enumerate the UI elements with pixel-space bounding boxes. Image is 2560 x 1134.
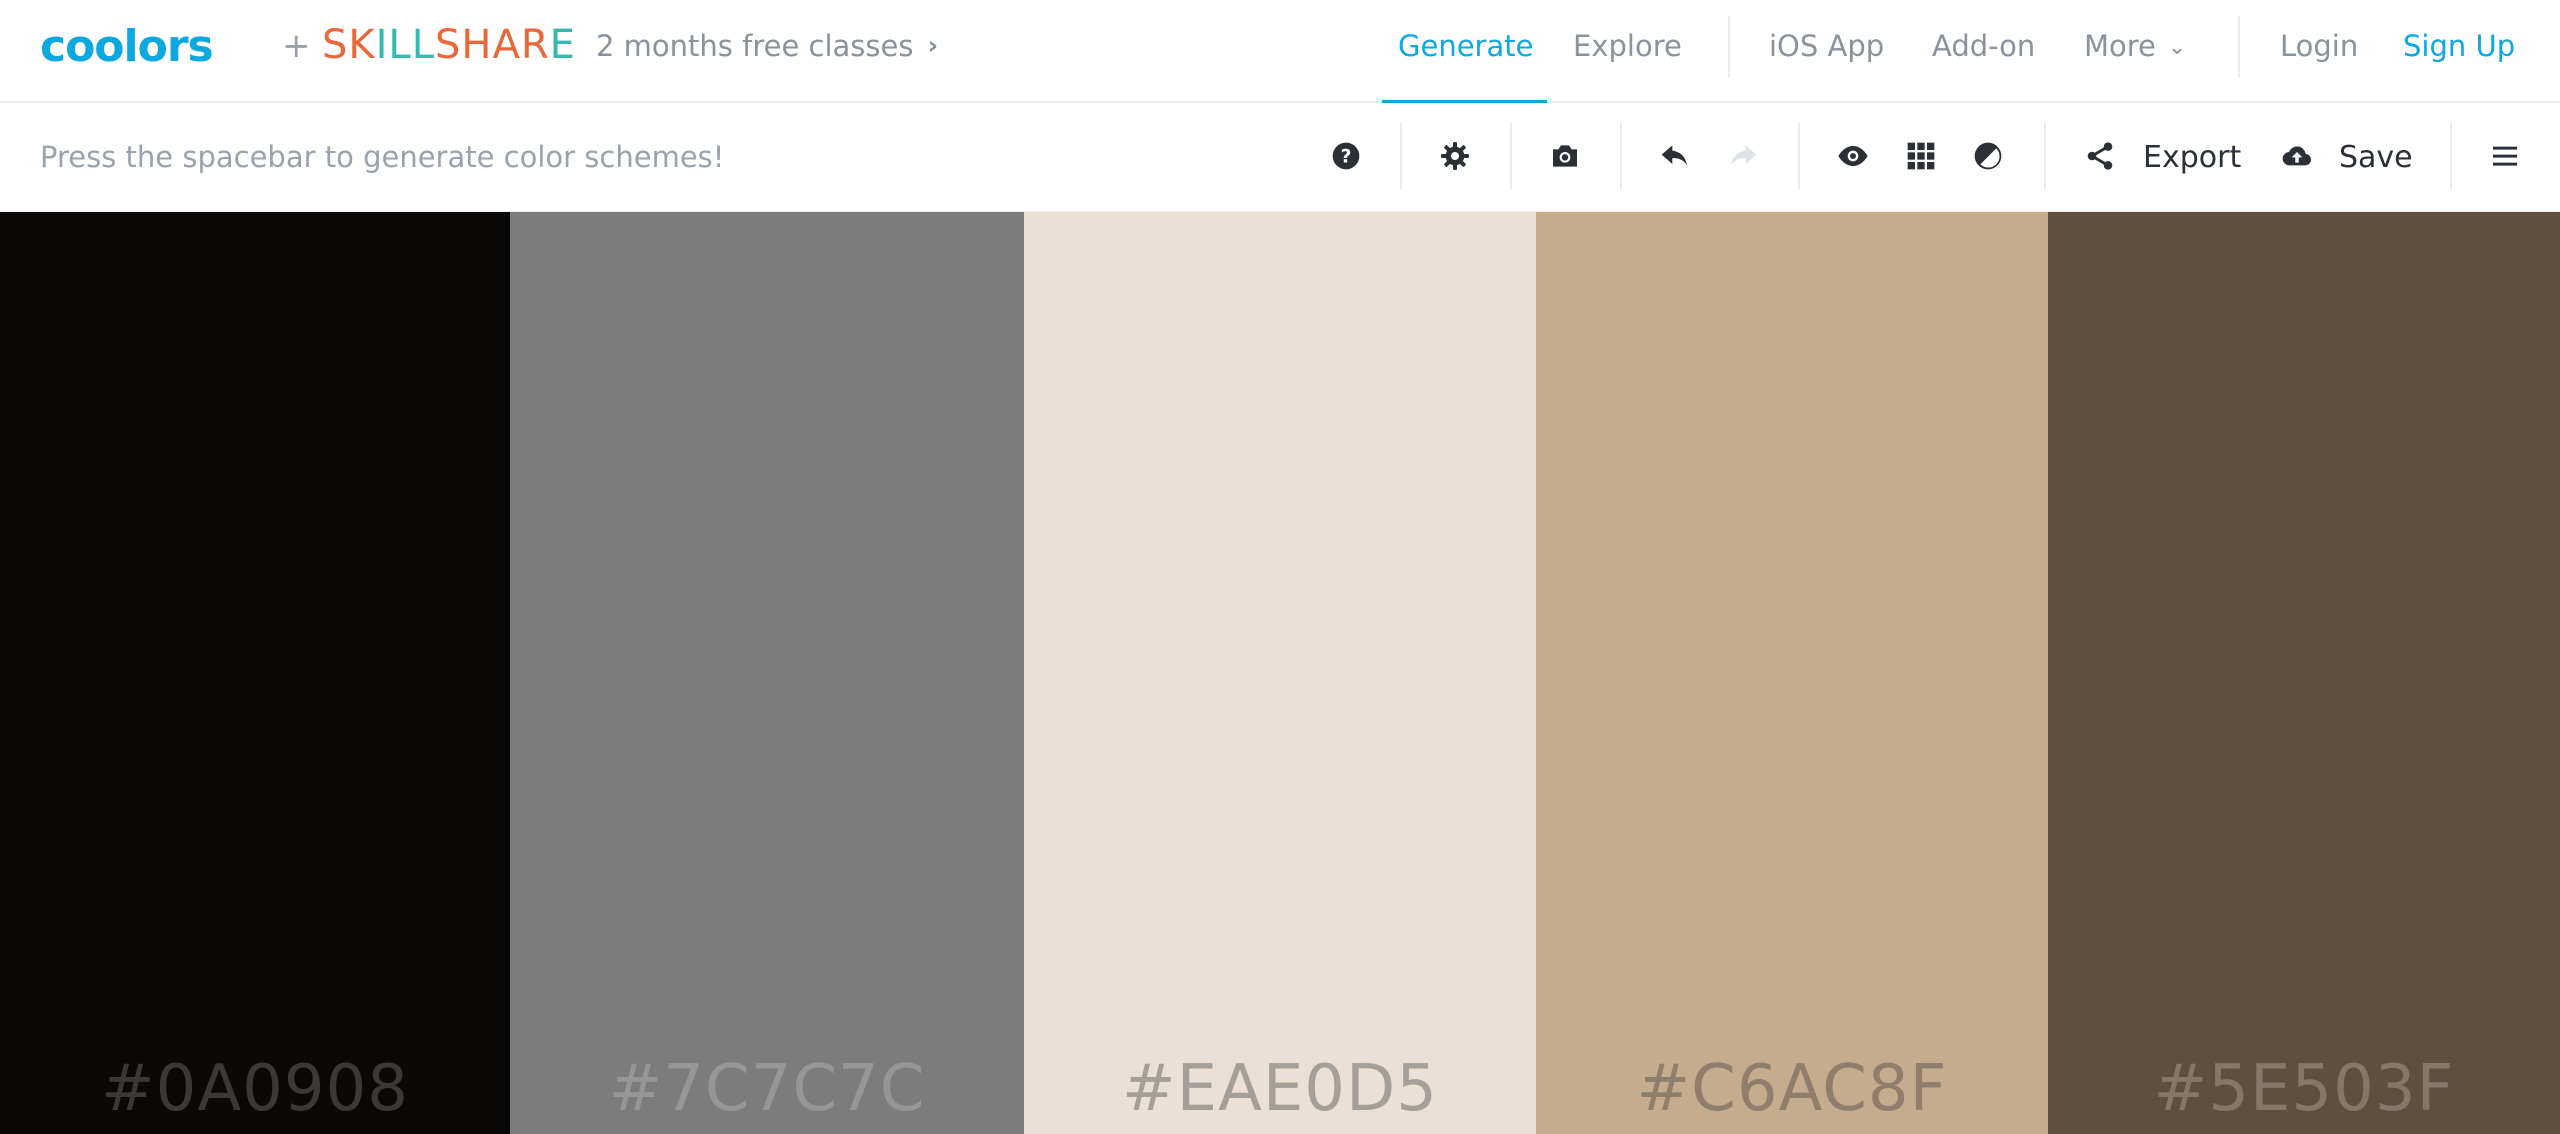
- plus-sign: +: [282, 26, 311, 66]
- color-palette: #0A0908 #7C7C7C #EAE0D5 #C6AC8F #5E503F: [0, 212, 2560, 1134]
- promo-text: 2 months free classes: [596, 29, 914, 63]
- toolbar-divider: [1798, 123, 1800, 189]
- hex-code[interactable]: #0A0908: [0, 1052, 510, 1126]
- nav-generate[interactable]: Generate: [1398, 29, 1533, 63]
- color-swatch[interactable]: #5E503F: [2048, 212, 2560, 1134]
- color-swatch[interactable]: #C6AC8F: [1536, 212, 2048, 1134]
- menu-icon[interactable]: [2481, 132, 2529, 180]
- nav-sign-up[interactable]: Sign Up: [2403, 29, 2515, 63]
- hex-code[interactable]: #5E503F: [2048, 1052, 2560, 1126]
- color-swatch[interactable]: #0A0908: [0, 212, 510, 1134]
- hex-code[interactable]: #7C7C7C: [510, 1052, 1024, 1126]
- nav-more-label: More: [2084, 29, 2156, 63]
- contrast-icon[interactable]: [1964, 132, 2012, 180]
- toolbar-divider: [1510, 123, 1512, 189]
- color-swatch[interactable]: #7C7C7C: [510, 212, 1024, 1134]
- save-button[interactable]: Save: [2339, 140, 2413, 175]
- toolbar-divider: [1400, 123, 1402, 189]
- nav-explore[interactable]: Explore: [1573, 29, 1682, 63]
- hex-code[interactable]: #EAE0D5: [1024, 1052, 1536, 1126]
- skillshare-logo[interactable]: SKILLSHARE: [322, 22, 576, 68]
- camera-icon[interactable]: [1541, 132, 1589, 180]
- top-navigation: coolors + SKILLSHARE 2 months free class…: [0, 0, 2560, 103]
- toolbar-divider: [2044, 123, 2046, 189]
- color-swatch[interactable]: #EAE0D5: [1024, 212, 1536, 1134]
- nav-divider: [1728, 16, 1730, 78]
- cloud-upload-icon[interactable]: [2273, 132, 2321, 180]
- svg-text:?: ?: [1341, 147, 1352, 168]
- help-icon[interactable]: ?: [1322, 132, 1370, 180]
- promo-link[interactable]: 2 months free classes ›: [596, 29, 938, 63]
- spacebar-hint: Press the spacebar to generate color sch…: [40, 140, 725, 174]
- nav-ios-app[interactable]: iOS App: [1769, 29, 1884, 63]
- share-icon[interactable]: [2076, 132, 2124, 180]
- chevron-right-icon: ›: [927, 31, 939, 61]
- eye-icon[interactable]: [1829, 132, 1877, 180]
- export-button[interactable]: Export: [2143, 140, 2241, 175]
- nav-divider: [2238, 16, 2240, 78]
- generator-toolbar: Press the spacebar to generate color sch…: [0, 103, 2560, 212]
- undo-icon[interactable]: [1651, 132, 1699, 180]
- hex-code[interactable]: #C6AC8F: [1536, 1052, 2048, 1126]
- toolbar-divider: [2450, 123, 2452, 189]
- grid-icon[interactable]: [1897, 132, 1945, 180]
- nav-add-on[interactable]: Add-on: [1932, 29, 2035, 63]
- nav-login[interactable]: Login: [2280, 29, 2358, 63]
- settings-icon[interactable]: [1431, 132, 1479, 180]
- coolors-logo[interactable]: coolors: [40, 21, 214, 72]
- redo-icon[interactable]: [1719, 132, 1767, 180]
- toolbar-divider: [1620, 123, 1622, 189]
- chevron-down-icon: ⌄: [2167, 35, 2187, 60]
- nav-more[interactable]: More ⌄: [2084, 29, 2186, 63]
